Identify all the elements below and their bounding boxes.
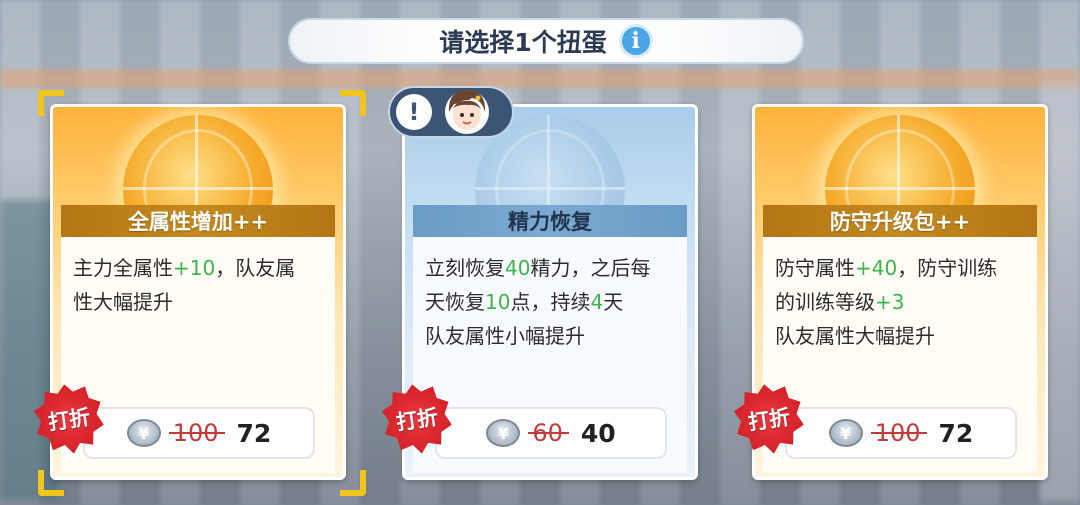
price-button[interactable]: ¥100 72 [785, 407, 1017, 459]
description-text: 立刻恢复 [425, 256, 505, 280]
description-text: 精力，之后每 [530, 256, 651, 280]
description-line: 的训练等级+3 [775, 285, 1025, 319]
character-avatar [445, 90, 489, 134]
highlight-value: +10 [173, 256, 216, 280]
coin-icon: ¥ [126, 419, 161, 447]
description-text: 天恢复 [425, 290, 485, 314]
original-price: 60 [528, 419, 569, 447]
card-title: 全属性增加++ [61, 205, 335, 237]
description-line: 性大幅提升 [73, 285, 323, 319]
description-text: 性大幅提升 [73, 290, 173, 314]
price-button[interactable]: ¥60 40 [435, 407, 667, 459]
selection-corner-top-left [38, 90, 64, 116]
discount-price: 72 [236, 418, 272, 448]
description-line: 立刻恢复40精力，之后每 [425, 251, 675, 285]
exclamation-icon: ! [396, 94, 432, 130]
description-text: 队友属性小幅提升 [425, 324, 585, 348]
price-button[interactable]: ¥100 72 [83, 407, 315, 459]
discount-price: 40 [580, 418, 616, 448]
original-price: 100 [870, 419, 927, 447]
discount-price: 72 [938, 418, 974, 448]
highlight-value: 40 [505, 256, 531, 280]
title-bar: 请选择1个扭蛋 i [288, 18, 804, 64]
description-line: 队友属性小幅提升 [425, 319, 675, 353]
highlight-value: +40 [855, 256, 898, 280]
highlight-value: 4 [590, 290, 604, 314]
card-title: 精力恢复 [413, 205, 687, 237]
coin-icon: ¥ [486, 419, 521, 447]
description-line: 队友属性大幅提升 [775, 319, 1025, 353]
original-price: 100 [168, 419, 225, 447]
description-text: 防守属性 [775, 256, 855, 280]
card-title: 防守升级包++ [763, 205, 1037, 237]
info-icon[interactable]: i [618, 24, 653, 58]
description-text: ，防守训练 [897, 256, 998, 280]
selection-corner-top-right [340, 90, 366, 116]
highlight-value: +3 [875, 290, 905, 314]
description-text: 点，持续 [510, 290, 591, 314]
description-text: 的训练等级 [775, 290, 875, 314]
page-title: 请选择1个扭蛋 [439, 28, 607, 57]
highlight-value: 10 [485, 290, 511, 314]
background-awning [0, 70, 1080, 88]
description-line: 天恢复10点，持续4天 [425, 285, 675, 319]
description-line: 主力全属性+10，队友属 [73, 251, 323, 285]
description-text: 队友属性大幅提升 [775, 324, 935, 348]
description-line: 防守属性+40，防守训练 [775, 251, 1025, 285]
coin-icon: ¥ [828, 419, 863, 447]
description-text: 主力全属性 [73, 256, 173, 280]
selection-corner-bottom-left [38, 470, 64, 496]
selection-corner-bottom-right [340, 470, 366, 496]
character-tag[interactable]: ! [388, 86, 514, 138]
description-text: ，队友属 [215, 256, 296, 280]
description-text: 天 [603, 290, 624, 314]
